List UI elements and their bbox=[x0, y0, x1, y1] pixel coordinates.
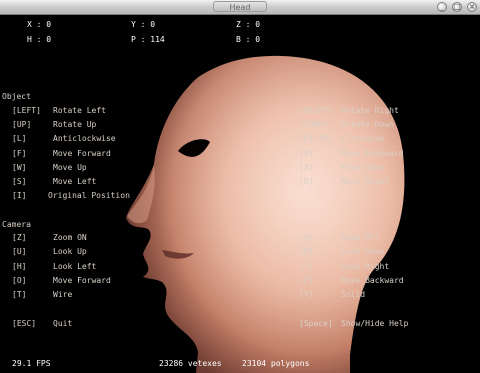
object-left-action: Original Position bbox=[48, 191, 130, 200]
camera-left-action: Look Up bbox=[53, 247, 87, 256]
app-window: Head _ □ × X : 0 Y: 0 Z: 0 H: 0 P: 1… bbox=[0, 0, 480, 373]
camera-left-action: Move Forward bbox=[53, 276, 111, 285]
coord-h: H : 0 bbox=[27, 35, 52, 44]
coord-p: P : 114 bbox=[131, 35, 165, 44]
camera-right-action: Zoom Off bbox=[341, 233, 380, 242]
camera-left-action: Zoom ON bbox=[53, 233, 87, 242]
camera-right-key: [N] bbox=[299, 247, 314, 256]
object-right-action: Move Down bbox=[341, 163, 385, 172]
camera-right-key: [Y] bbox=[299, 290, 314, 299]
object-right-action: Rotate Down bbox=[341, 120, 394, 129]
camera-left-action: Look Left bbox=[53, 262, 97, 271]
object-right-key: [RIGHT] bbox=[299, 106, 333, 115]
camera-right-key: [J] bbox=[299, 262, 314, 271]
object-right-key: [DOWN] bbox=[299, 120, 328, 129]
camera-left-key: [T] bbox=[12, 290, 27, 299]
object-left-action: Move Up bbox=[53, 163, 87, 172]
polygon-count: 23104 polygons bbox=[242, 359, 310, 368]
camera-left-key: [U] bbox=[12, 247, 27, 256]
camera-right-action: Look Right bbox=[341, 262, 390, 271]
object-right-key: [K],[R] bbox=[299, 134, 333, 143]
object-left-key: [W] bbox=[12, 163, 27, 172]
coord-z: Z : 0 bbox=[236, 20, 261, 29]
camera-left-key: [Z] bbox=[12, 233, 27, 242]
space-action: Show/Hide Help bbox=[341, 319, 409, 328]
camera-section-title: Camera bbox=[2, 220, 31, 229]
window-title: Head bbox=[213, 1, 267, 12]
camera-right-key: [P] bbox=[299, 276, 314, 285]
object-left-key: [F] bbox=[12, 149, 27, 158]
object-left-key: [L] bbox=[12, 134, 27, 143]
camera-left-key: [H] bbox=[12, 262, 27, 271]
object-left-key: [LEFT] bbox=[12, 106, 41, 115]
object-left-action: Move Forward bbox=[53, 149, 111, 158]
space-key: [Space] bbox=[299, 319, 333, 328]
coord-x: X : 0 bbox=[27, 20, 52, 29]
object-right-action: Move Backward bbox=[341, 149, 404, 158]
camera-right-action: Move Backward bbox=[341, 276, 404, 285]
object-left-key: [UP] bbox=[12, 120, 32, 129]
minimize-button[interactable]: _ bbox=[437, 2, 447, 12]
esc-key: [ESC] bbox=[12, 319, 37, 328]
coord-y: Y : 0 bbox=[131, 20, 156, 29]
coord-b: B : 0 bbox=[236, 35, 261, 44]
object-left-action: Anticlockwise bbox=[53, 134, 116, 143]
vertex-count: 23286 vetexes bbox=[159, 359, 222, 368]
camera-left-action: Wire bbox=[53, 290, 73, 299]
fps-readout: 29.1 FPS bbox=[12, 359, 51, 368]
object-left-key: [I] bbox=[12, 191, 27, 200]
esc-action: Quit bbox=[53, 319, 73, 328]
object-right-action: Rotate Right bbox=[341, 106, 399, 115]
close-button[interactable]: × bbox=[467, 2, 477, 12]
render-viewport[interactable]: X : 0 Y : 0 Z : 0 H : 0 P : 114 B : 0 Ob… bbox=[0, 15, 480, 373]
object-left-action: Move Left bbox=[53, 177, 97, 186]
object-right-key: [D] bbox=[299, 177, 314, 186]
object-right-key: [B] bbox=[299, 149, 314, 158]
camera-left-key: [O] bbox=[12, 276, 27, 285]
object-right-key: [X] bbox=[299, 163, 314, 172]
object-left-action: Rotate Left bbox=[53, 106, 106, 115]
object-left-key: [S] bbox=[12, 177, 27, 186]
title-bar: Head _ □ × bbox=[0, 0, 480, 15]
maximize-button[interactable]: □ bbox=[452, 2, 462, 12]
camera-right-key: [Q] bbox=[299, 233, 314, 242]
object-section-title: Object bbox=[2, 92, 31, 101]
camera-right-action: Look Down bbox=[341, 247, 385, 256]
object-left-action: Rotate Up bbox=[53, 120, 97, 129]
object-right-action: Clockwise bbox=[341, 134, 385, 143]
object-right-action: Move Right bbox=[341, 177, 390, 186]
camera-right-action: Solid bbox=[341, 290, 366, 299]
